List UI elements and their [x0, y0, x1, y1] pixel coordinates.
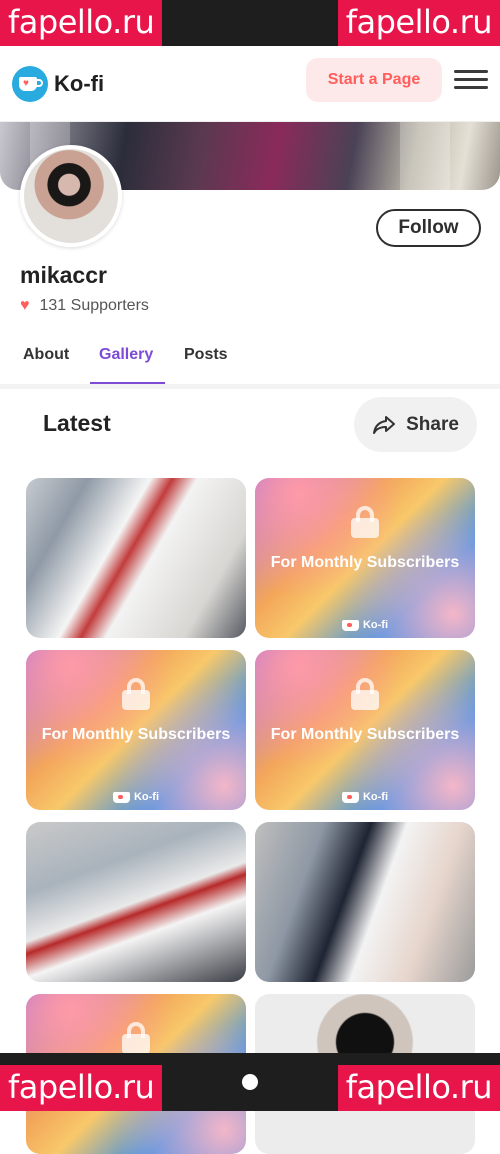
locked-label: For Monthly Subscribers: [26, 726, 246, 744]
lock-icon: [351, 678, 379, 710]
tab-posts[interactable]: Posts: [184, 346, 228, 364]
avatar[interactable]: [20, 145, 122, 247]
kofi-logo[interactable]: ♥ Ko-fi: [12, 66, 104, 102]
lock-icon: [122, 678, 150, 710]
kofi-badge: Ko-fi: [255, 619, 475, 631]
tab-about[interactable]: About: [23, 346, 69, 364]
kofi-cup-icon: [342, 792, 359, 803]
supporters-label: 131 Supporters: [40, 297, 149, 315]
username: mikaccr: [20, 262, 107, 289]
locked-post[interactable]: For Monthly Subscribers Ko-fi: [26, 650, 246, 810]
supporters-count: ♥ 131 Supporters: [20, 297, 149, 315]
kofi-cup-icon: [113, 792, 130, 803]
top-navbar: ♥ Ko-fi Start a Page: [0, 46, 500, 122]
kofi-cup-icon: [342, 620, 359, 631]
share-icon: [372, 415, 396, 435]
gallery-heading: Latest: [43, 410, 111, 437]
badge-label: Ko-fi: [363, 791, 388, 803]
gallery-photo[interactable]: [26, 822, 246, 982]
profile-tabs: About Gallery Posts: [0, 336, 500, 384]
watermark: fapello.ru: [338, 1065, 500, 1111]
watermark: fapello.ru: [338, 0, 500, 46]
gallery-photo[interactable]: [255, 822, 475, 982]
badge-label: Ko-fi: [134, 791, 159, 803]
start-a-page-button[interactable]: Start a Page: [306, 58, 442, 102]
lock-icon: [122, 1022, 150, 1054]
locked-post[interactable]: For Monthly Subscribers Ko-fi: [255, 478, 475, 638]
tab-gallery[interactable]: Gallery: [99, 346, 153, 364]
share-label: Share: [406, 414, 459, 436]
follow-button[interactable]: Follow: [376, 209, 481, 247]
logo-text: Ko-fi: [54, 71, 104, 97]
kofi-cup-icon: ♥: [12, 66, 48, 102]
badge-label: Ko-fi: [363, 619, 388, 631]
gallery-photo[interactable]: [26, 478, 246, 638]
kofi-badge: Ko-fi: [255, 791, 475, 803]
kofi-badge: Ko-fi: [26, 791, 246, 803]
home-button-icon[interactable]: [242, 1074, 258, 1090]
locked-label: For Monthly Subscribers: [255, 554, 475, 572]
section-divider: [0, 384, 500, 389]
watermark: fapello.ru: [0, 1065, 162, 1111]
share-button[interactable]: Share: [354, 397, 477, 452]
locked-label: For Monthly Subscribers: [255, 726, 475, 744]
watermark: fapello.ru: [0, 0, 162, 46]
menu-icon[interactable]: [454, 70, 488, 92]
heart-icon: ♥: [20, 297, 30, 315]
lock-icon: [351, 506, 379, 538]
locked-post[interactable]: For Monthly Subscribers Ko-fi: [255, 650, 475, 810]
